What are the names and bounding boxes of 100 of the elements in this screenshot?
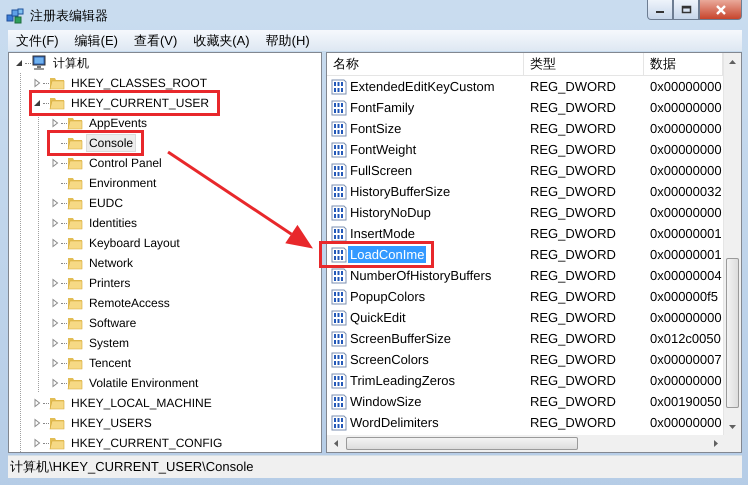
- value-name[interactable]: ScreenBufferSize: [348, 330, 453, 347]
- folder-icon: [67, 135, 83, 151]
- tree-item[interactable]: HKEY_CURRENT_CONFIG: [68, 434, 226, 452]
- folder-icon: [67, 255, 83, 271]
- table-cell-text: REG_DWORD: [529, 247, 617, 262]
- tree-item[interactable]: HKEY_LOCAL_MACHINE: [68, 394, 215, 412]
- folder-icon: [49, 435, 65, 451]
- table-cell-text: 0x00000000: [649, 100, 723, 115]
- menu-item[interactable]: 编辑(E): [66, 32, 126, 50]
- table-cell-text: 0x00000007: [649, 352, 723, 367]
- value-name[interactable]: NumberOfHistoryBuffers: [348, 267, 494, 284]
- binary-value-icon: [331, 120, 347, 136]
- folder-icon: [67, 335, 83, 351]
- tree-item[interactable]: Keyboard Layout: [86, 234, 183, 252]
- folder-icon: [67, 215, 83, 231]
- menu-item[interactable]: 文件(F): [8, 32, 67, 50]
- folder-icon: [67, 375, 83, 391]
- tree-item[interactable]: HKEY_CLASSES_ROOT: [68, 74, 210, 92]
- tree-item[interactable]: System: [86, 334, 132, 352]
- folder-icon: [67, 235, 83, 251]
- tree-item[interactable]: AppEvents: [86, 114, 150, 132]
- folder-icon: [67, 155, 83, 171]
- table-cell-text: 0x00000004: [649, 268, 723, 283]
- binary-value-icon: [331, 142, 347, 158]
- menu-item[interactable]: 查看(V): [126, 32, 186, 50]
- binary-value-icon: [331, 414, 347, 430]
- right-arrow-icon: [714, 440, 718, 447]
- tree-item[interactable]: RemoteAccess: [86, 294, 173, 312]
- table-cell-text: REG_DWORD: [529, 310, 617, 325]
- table-cell-text: REG_DWORD: [529, 100, 617, 115]
- table-cell-text: 0x00190050: [649, 394, 723, 409]
- tree-item[interactable]: Environment: [86, 174, 160, 192]
- computer-icon: [31, 55, 47, 71]
- maximize-icon: [680, 5, 692, 14]
- binary-value-icon: [331, 330, 347, 346]
- tree-item[interactable]: 计算机: [50, 53, 92, 74]
- table-cell-text: REG_DWORD: [529, 163, 617, 178]
- table-cell-text: REG_DWORD: [529, 331, 617, 346]
- up-arrow-icon: [729, 60, 736, 64]
- folder-icon: [67, 295, 83, 311]
- table-cell-text: 0x00000000: [649, 415, 723, 430]
- minimize-button[interactable]: [647, 0, 673, 20]
- binary-value-icon: [331, 268, 347, 284]
- left-arrow-icon: [334, 440, 338, 447]
- binary-value-icon: [331, 394, 347, 410]
- value-name[interactable]: FontWeight: [348, 141, 418, 158]
- binary-value-icon: [331, 162, 347, 178]
- value-name[interactable]: FontFamily: [348, 99, 416, 116]
- table-cell-text: REG_DWORD: [529, 415, 617, 430]
- tree-item[interactable]: EUDC: [86, 194, 126, 212]
- table-cell-text: REG_DWORD: [529, 79, 617, 94]
- value-name[interactable]: FontSize: [348, 120, 404, 137]
- tree-item[interactable]: HKEY_USERS: [68, 414, 155, 432]
- binary-value-icon: [331, 310, 347, 326]
- tree-item[interactable]: Printers: [86, 274, 134, 292]
- value-name[interactable]: QuickEdit: [348, 309, 408, 326]
- value-name[interactable]: HistoryBufferSize: [348, 183, 452, 200]
- column-header[interactable]: 类型: [524, 53, 644, 75]
- value-name[interactable]: PopupColors: [348, 288, 428, 305]
- value-name[interactable]: InsertMode: [348, 225, 418, 242]
- table-cell-text: 0x00000032: [649, 184, 723, 199]
- tree-item[interactable]: Tencent: [86, 354, 134, 372]
- value-name[interactable]: FullScreen: [348, 162, 414, 179]
- close-icon: [714, 4, 726, 14]
- menu-item[interactable]: 帮助(H): [258, 32, 318, 50]
- table-cell-text: 0x00000000: [649, 142, 723, 157]
- folder-icon: [49, 95, 65, 111]
- window-title: 注册表编辑器: [30, 7, 108, 25]
- horizontal-scrollbar[interactable]: [327, 435, 741, 452]
- menu-item[interactable]: 收藏夹(A): [185, 32, 258, 50]
- binary-value-icon: [331, 372, 347, 388]
- table-cell-text: REG_DWORD: [529, 268, 617, 283]
- close-button[interactable]: [699, 0, 742, 20]
- value-name[interactable]: HistoryNoDup: [348, 204, 433, 221]
- folder-icon: [67, 315, 83, 331]
- tree-item[interactable]: Console: [86, 134, 136, 152]
- value-name[interactable]: WindowSize: [348, 393, 424, 410]
- table-cell-text: 0x00000000: [649, 79, 723, 94]
- value-name[interactable]: ScreenColors: [348, 351, 431, 368]
- tree-item[interactable]: Network: [86, 254, 136, 272]
- maximize-button[interactable]: [673, 0, 699, 20]
- value-name[interactable]: ExtendedEditKeyCustom: [348, 78, 497, 95]
- column-header[interactable]: 名称: [327, 53, 524, 75]
- table-cell-text: 0x00000001: [649, 247, 723, 262]
- table-cell-text: 0x012c0050: [649, 331, 722, 346]
- vertical-scrollbar[interactable]: [723, 53, 741, 435]
- folder-icon: [49, 415, 65, 431]
- tree-item[interactable]: Software: [86, 314, 140, 332]
- tree-item[interactable]: Volatile Environment: [86, 374, 202, 392]
- table-cell-text: REG_DWORD: [529, 373, 617, 388]
- tree-item[interactable]: Identities: [86, 214, 140, 232]
- table-cell-text: REG_DWORD: [529, 121, 617, 136]
- binary-value-icon: [331, 78, 347, 94]
- value-name[interactable]: TrimLeadingZeros: [348, 372, 458, 389]
- tree-item[interactable]: HKEY_CURRENT_USER: [68, 94, 212, 112]
- tree-item[interactable]: Control Panel: [86, 154, 165, 172]
- binary-value-icon: [331, 204, 347, 220]
- table-cell-text: 0x00000000: [649, 373, 723, 388]
- value-name[interactable]: WordDelimiters: [348, 414, 441, 431]
- folder-icon: [67, 275, 83, 291]
